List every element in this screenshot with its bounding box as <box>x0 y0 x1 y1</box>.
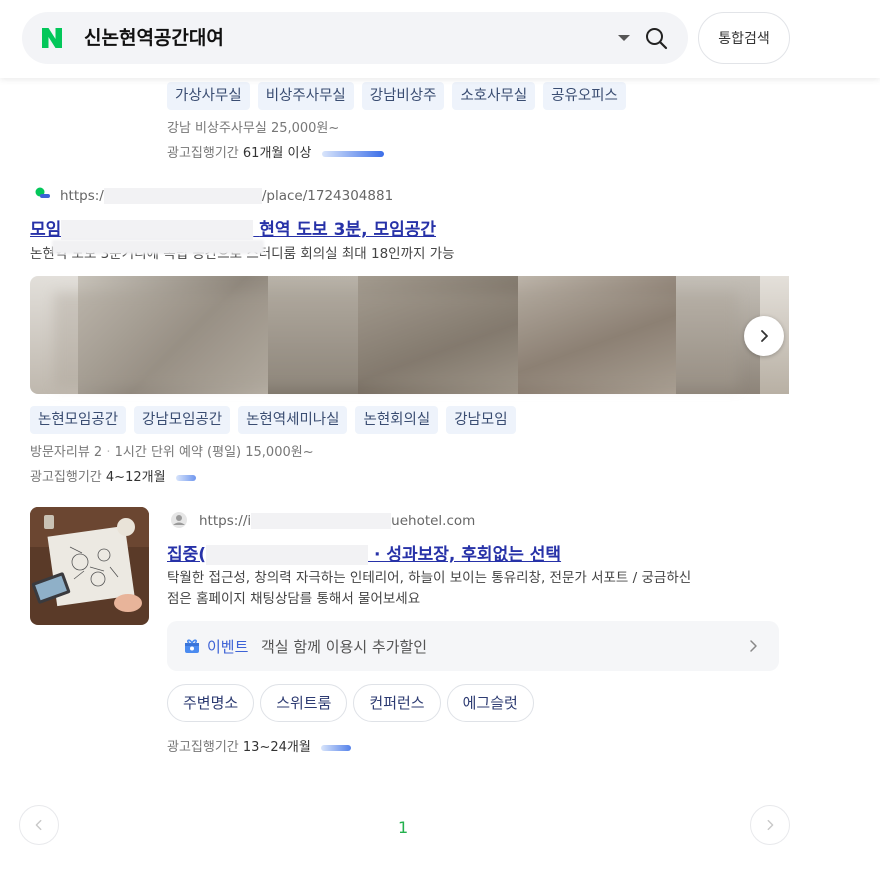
ad3-url[interactable]: https://i uehotel.com <box>199 513 475 529</box>
ad1-keyword-chips: 가상사무실 비상주사무실 강남비상주 소호사무실 공유오피스 <box>167 82 626 110</box>
sitelink-pill[interactable]: 에그슬럿 <box>446 684 534 722</box>
title-start: 집중( <box>167 545 207 565</box>
chevron-right-icon <box>750 640 757 652</box>
ad3-event-banner[interactable]: 이벤트 객실 함께 이용시 추가할인 <box>167 621 779 671</box>
keyword-chip[interactable]: 공유오피스 <box>543 82 626 110</box>
visitor-reviews[interactable]: 방문자리뷰 2 <box>30 445 102 460</box>
ad3-title-link[interactable]: 집중( · 성과보장, 후회없는 선택 <box>167 540 561 565</box>
ad-period-bar <box>321 150 384 157</box>
ad2-title-link[interactable]: 모임 현역 도보 3분, 모임공간 <box>30 215 436 240</box>
keyword-chip[interactable]: 가상사무실 <box>167 82 250 110</box>
sitelink-pill[interactable]: 스위트룸 <box>260 684 348 722</box>
separator-dot: · <box>106 445 115 460</box>
title-end: · 성과보장, 후회없는 선택 <box>373 545 562 565</box>
keyword-chip[interactable]: 소호사무실 <box>452 82 536 110</box>
chevron-right-icon <box>767 819 774 831</box>
naver-logo-icon[interactable] <box>40 26 64 50</box>
ad-period-value: 4~12개월 <box>105 470 166 485</box>
ad2-url[interactable]: https:/ /place/1724304881 <box>60 188 393 204</box>
url-suffix: uehotel.com <box>391 513 476 529</box>
event-text: 객실 함께 이용시 추가할인 <box>261 638 428 656</box>
keyword-chip[interactable]: 강남비상주 <box>361 82 445 110</box>
ad2-keyword-chips: 논현모임공간 강남모임공간 논현역세미나실 논현회의실 강남모임 <box>30 406 516 434</box>
globe-favicon-icon <box>171 512 187 528</box>
ad-period-value: 13~24개월 <box>242 740 311 755</box>
gallery-next-button[interactable] <box>744 316 784 356</box>
chevron-left-icon <box>35 819 42 831</box>
url-blurred <box>103 188 262 204</box>
sitelink-pill[interactable]: 주변명소 <box>167 684 255 722</box>
ad1-price-info: 강남 비상주사무실 25,000원~ <box>167 121 340 136</box>
keyword-chip[interactable]: 논현회의실 <box>355 406 439 434</box>
place-pin-favicon-icon <box>35 187 50 198</box>
ad3-ad-period: 광고집행기간 13~24개월 <box>167 736 351 755</box>
search-icon[interactable] <box>644 26 668 50</box>
ad-period-label: 광고집행기간 <box>167 146 239 161</box>
title-blurred <box>206 545 369 565</box>
ad1-ad-period: 광고집행기간 61개월 이상 <box>167 142 384 161</box>
title-end: 현역 도보 3분, 모임공간 <box>259 220 437 240</box>
ad-period-bar <box>320 744 351 751</box>
event-gift-icon <box>185 639 199 653</box>
url-suffix: /place/1724304881 <box>261 188 394 204</box>
search-box[interactable]: 신논현역공간대여 <box>22 12 688 64</box>
url-prefix: https://i <box>199 513 252 529</box>
ad-period-bar <box>175 474 196 481</box>
ad-period-label: 광고집행기간 <box>167 740 239 755</box>
ad3-description-line2: 점은 홈페이지 채팅상담를 통해서 물어보세요 <box>167 591 421 607</box>
search-header: 신논현역공간대여 통합검색 <box>0 0 880 78</box>
ad3-thumbnail[interactable] <box>30 507 149 625</box>
keyword-chip[interactable]: 논현모임공간 <box>30 406 127 434</box>
price-info: 1시간 단위 예약 (평일) 15,000원~ <box>114 445 314 460</box>
ad2-info-line: 방문자리뷰 2 · 1시간 단위 예약 (평일) 15,000원~ <box>30 441 314 460</box>
dropdown-caret-icon[interactable] <box>618 35 630 41</box>
ad-period-label: 광고집행기간 <box>30 470 102 485</box>
workspace-photo <box>30 507 149 625</box>
ad3-link-pills: 주변명소 스위트룸 컨퍼런스 에그슬럿 <box>167 684 534 722</box>
ad-period-value: 61개월 이상 <box>242 146 312 161</box>
current-page-number[interactable]: 1 <box>398 818 408 837</box>
title-blurred <box>61 220 254 240</box>
ad2-ad-period: 광고집행기간 4~12개월 <box>30 466 196 485</box>
url-prefix: https:/ <box>60 188 104 204</box>
search-input[interactable]: 신논현역공간대여 <box>84 26 224 50</box>
keyword-chip[interactable]: 비상주사무실 <box>257 82 354 110</box>
total-search-button[interactable]: 통합검색 <box>698 12 790 64</box>
next-page-button[interactable] <box>750 805 790 845</box>
description-blur-overlay <box>52 240 264 254</box>
gallery-blur-overlay <box>54 292 738 388</box>
ad3-description-line1: 탁월한 접근성, 창의력 자극하는 인테리어, 하늘이 보이는 통유리창, 전문… <box>167 570 692 586</box>
sitelink-pill[interactable]: 컨퍼런스 <box>353 684 441 722</box>
prev-page-button[interactable] <box>19 805 59 845</box>
chevron-right-icon <box>761 330 768 342</box>
url-blurred <box>251 513 392 529</box>
title-start: 모임 <box>30 220 62 240</box>
keyword-chip[interactable]: 논현역세미나실 <box>238 406 348 434</box>
event-label: 이벤트 <box>207 638 249 656</box>
keyword-chip[interactable]: 강남모임 <box>446 406 516 434</box>
keyword-chip[interactable]: 강남모임공간 <box>134 406 231 434</box>
